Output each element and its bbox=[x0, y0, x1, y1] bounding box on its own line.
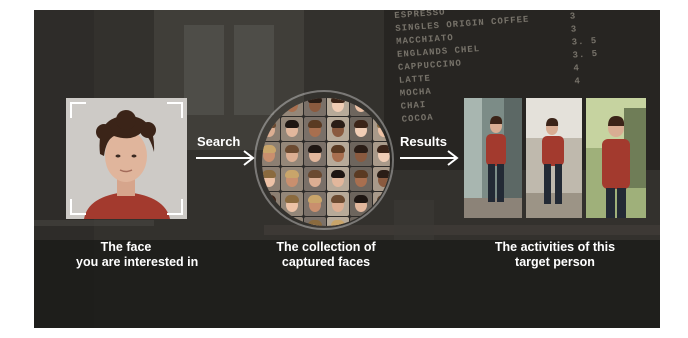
search-label: Search bbox=[197, 134, 241, 149]
face-thumbnail bbox=[281, 117, 303, 141]
face-thumbnail bbox=[373, 117, 390, 141]
query-caption-line-1: The face bbox=[100, 240, 152, 254]
face-thumbnail bbox=[373, 217, 390, 226]
face-thumbnail bbox=[327, 167, 349, 191]
face-thumbnail bbox=[262, 117, 280, 141]
result-photo-1 bbox=[464, 98, 522, 218]
face-thumbnail bbox=[373, 192, 390, 216]
face-thumbnail bbox=[350, 192, 372, 216]
frame-corner-top-right bbox=[167, 102, 183, 118]
menu-item-price: 3 bbox=[570, 24, 578, 35]
face-thumbnail bbox=[304, 98, 326, 116]
menu-item-name: MOCHA bbox=[399, 86, 433, 99]
frame-corner-bottom-left bbox=[70, 199, 86, 215]
menu-item-price: 4 bbox=[574, 76, 582, 87]
query-caption: The face you are interested in bbox=[76, 240, 199, 270]
result-photo-2 bbox=[526, 98, 582, 218]
query-caption-line-2: you are interested in bbox=[76, 255, 199, 269]
face-grid bbox=[262, 98, 390, 226]
face-thumbnail bbox=[327, 142, 349, 166]
search-arrow-icon bbox=[196, 150, 255, 166]
menu-item-name: LATTE bbox=[398, 73, 432, 86]
face-thumbnail bbox=[327, 192, 349, 216]
face-thumbnail bbox=[281, 142, 303, 166]
face-thumbnail bbox=[350, 117, 372, 141]
face-thumbnail bbox=[327, 117, 349, 141]
results-arrow-icon bbox=[400, 150, 459, 166]
collection-caption: The collection of captured faces bbox=[266, 240, 386, 270]
face-thumbnail bbox=[304, 117, 326, 141]
face-thumbnail bbox=[350, 98, 372, 116]
face-thumbnail bbox=[281, 98, 303, 116]
face-thumbnail bbox=[281, 167, 303, 191]
face-thumbnail bbox=[350, 142, 372, 166]
face-thumbnail bbox=[262, 217, 280, 226]
results-label: Results bbox=[400, 134, 447, 149]
collection-caption-line-2: captured faces bbox=[281, 255, 371, 269]
face-thumbnail bbox=[262, 192, 280, 216]
face-thumbnail bbox=[373, 167, 390, 191]
face-thumbnail bbox=[304, 192, 326, 216]
face-thumbnail bbox=[327, 217, 349, 226]
menu-item-name: CHAI bbox=[400, 99, 427, 112]
menu-item-price: 3 bbox=[569, 11, 577, 22]
results-caption-line-2: target person bbox=[515, 255, 595, 269]
face-thumbnail bbox=[304, 217, 326, 226]
frame-corner-bottom-right bbox=[167, 199, 183, 215]
face-thumbnail bbox=[304, 167, 326, 191]
query-face-photo bbox=[66, 98, 187, 219]
face-thumbnail bbox=[281, 217, 303, 226]
face-thumbnail bbox=[304, 142, 326, 166]
face-collection-circle bbox=[262, 98, 390, 226]
face-thumbnail bbox=[262, 167, 280, 191]
face-thumbnail bbox=[350, 217, 372, 226]
scene-panel: ESPRESSO3.SINGLES ORIGIN COFFEE3MACCHIAT… bbox=[34, 10, 660, 328]
face-thumbnail bbox=[262, 142, 280, 166]
face-thumbnail bbox=[373, 142, 390, 166]
results-caption-line-1: The activities of this bbox=[494, 240, 616, 254]
face-thumbnail bbox=[327, 98, 349, 116]
results-caption: The activities of this target person bbox=[484, 240, 626, 270]
face-thumbnail bbox=[281, 192, 303, 216]
frame-corner-top-left bbox=[70, 102, 86, 118]
face-thumbnail bbox=[262, 98, 280, 116]
collection-caption-line-1: The collection of bbox=[276, 240, 376, 254]
result-photo-3 bbox=[586, 98, 646, 218]
face-thumbnail bbox=[373, 98, 390, 116]
face-thumbnail bbox=[350, 167, 372, 191]
menu-item-name: COCOA bbox=[401, 112, 434, 125]
menu-item-price: 4 bbox=[573, 63, 581, 74]
